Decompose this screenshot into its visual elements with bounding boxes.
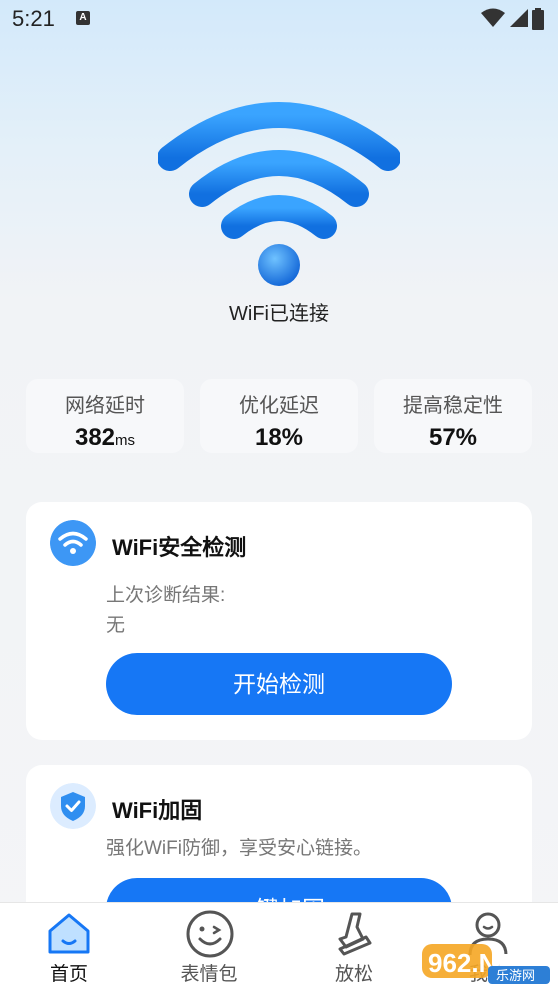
- connection-status: WiFi已连接: [229, 303, 329, 325]
- last-result-label: 上次诊断结果:: [106, 585, 226, 606]
- svg-text:乐游网: 乐游网: [496, 969, 535, 984]
- reinforce-card-title: WiFi加固: [112, 798, 203, 823]
- notification-icon: A: [76, 11, 90, 25]
- seat-icon: [338, 912, 372, 956]
- wifi-icon: [50, 520, 96, 566]
- emoji-icon: [186, 910, 234, 958]
- stat-value: 382ms: [74, 424, 136, 451]
- security-card-title: WiFi安全检测: [112, 535, 247, 560]
- last-result-value: 无: [106, 615, 126, 636]
- cell-signal-icon: [509, 9, 528, 27]
- nav-item-home[interactable]: 首页: [9, 903, 129, 993]
- reinforce-description: 强化WiFi防御，享受安心链接。: [106, 838, 372, 859]
- stat-label: 提高稳定性: [403, 395, 503, 417]
- shield-icon: [50, 783, 96, 829]
- stat-label: 网络延时: [65, 395, 145, 417]
- home-icon: [48, 913, 90, 954]
- battery-icon: [532, 8, 544, 30]
- system-icons: [481, 8, 544, 30]
- status-bar: 5:21 A: [0, 0, 558, 38]
- stat-value: 18%: [254, 424, 304, 451]
- status-time: 5:21: [12, 6, 55, 31]
- nav-label-relax: 放松: [334, 964, 373, 985]
- stat-latency: 网络延时 382ms: [26, 379, 184, 453]
- stat-label: 优化延迟: [239, 395, 319, 417]
- nav-item-emoji[interactable]: 表情包: [149, 903, 269, 993]
- nav-item-relax[interactable]: 放松: [294, 903, 414, 993]
- nav-label-home: 首页: [49, 964, 88, 985]
- wifi-hero-icon: [157, 100, 401, 290]
- stat-stability: 提高稳定性 57%: [374, 379, 532, 453]
- stat-optimize-delay: 优化延迟 18%: [200, 379, 358, 453]
- nav-label-emoji: 表情包: [180, 964, 238, 985]
- start-check-button[interactable]: 开始检测: [106, 653, 452, 715]
- security-check-card: WiFi安全检测 上次诊断结果: 无 开始检测: [26, 502, 532, 740]
- stat-value: 57%: [428, 424, 478, 451]
- wifi-signal-icon: [481, 8, 506, 27]
- watermark-logo: 962.NET 乐游网: [422, 944, 550, 984]
